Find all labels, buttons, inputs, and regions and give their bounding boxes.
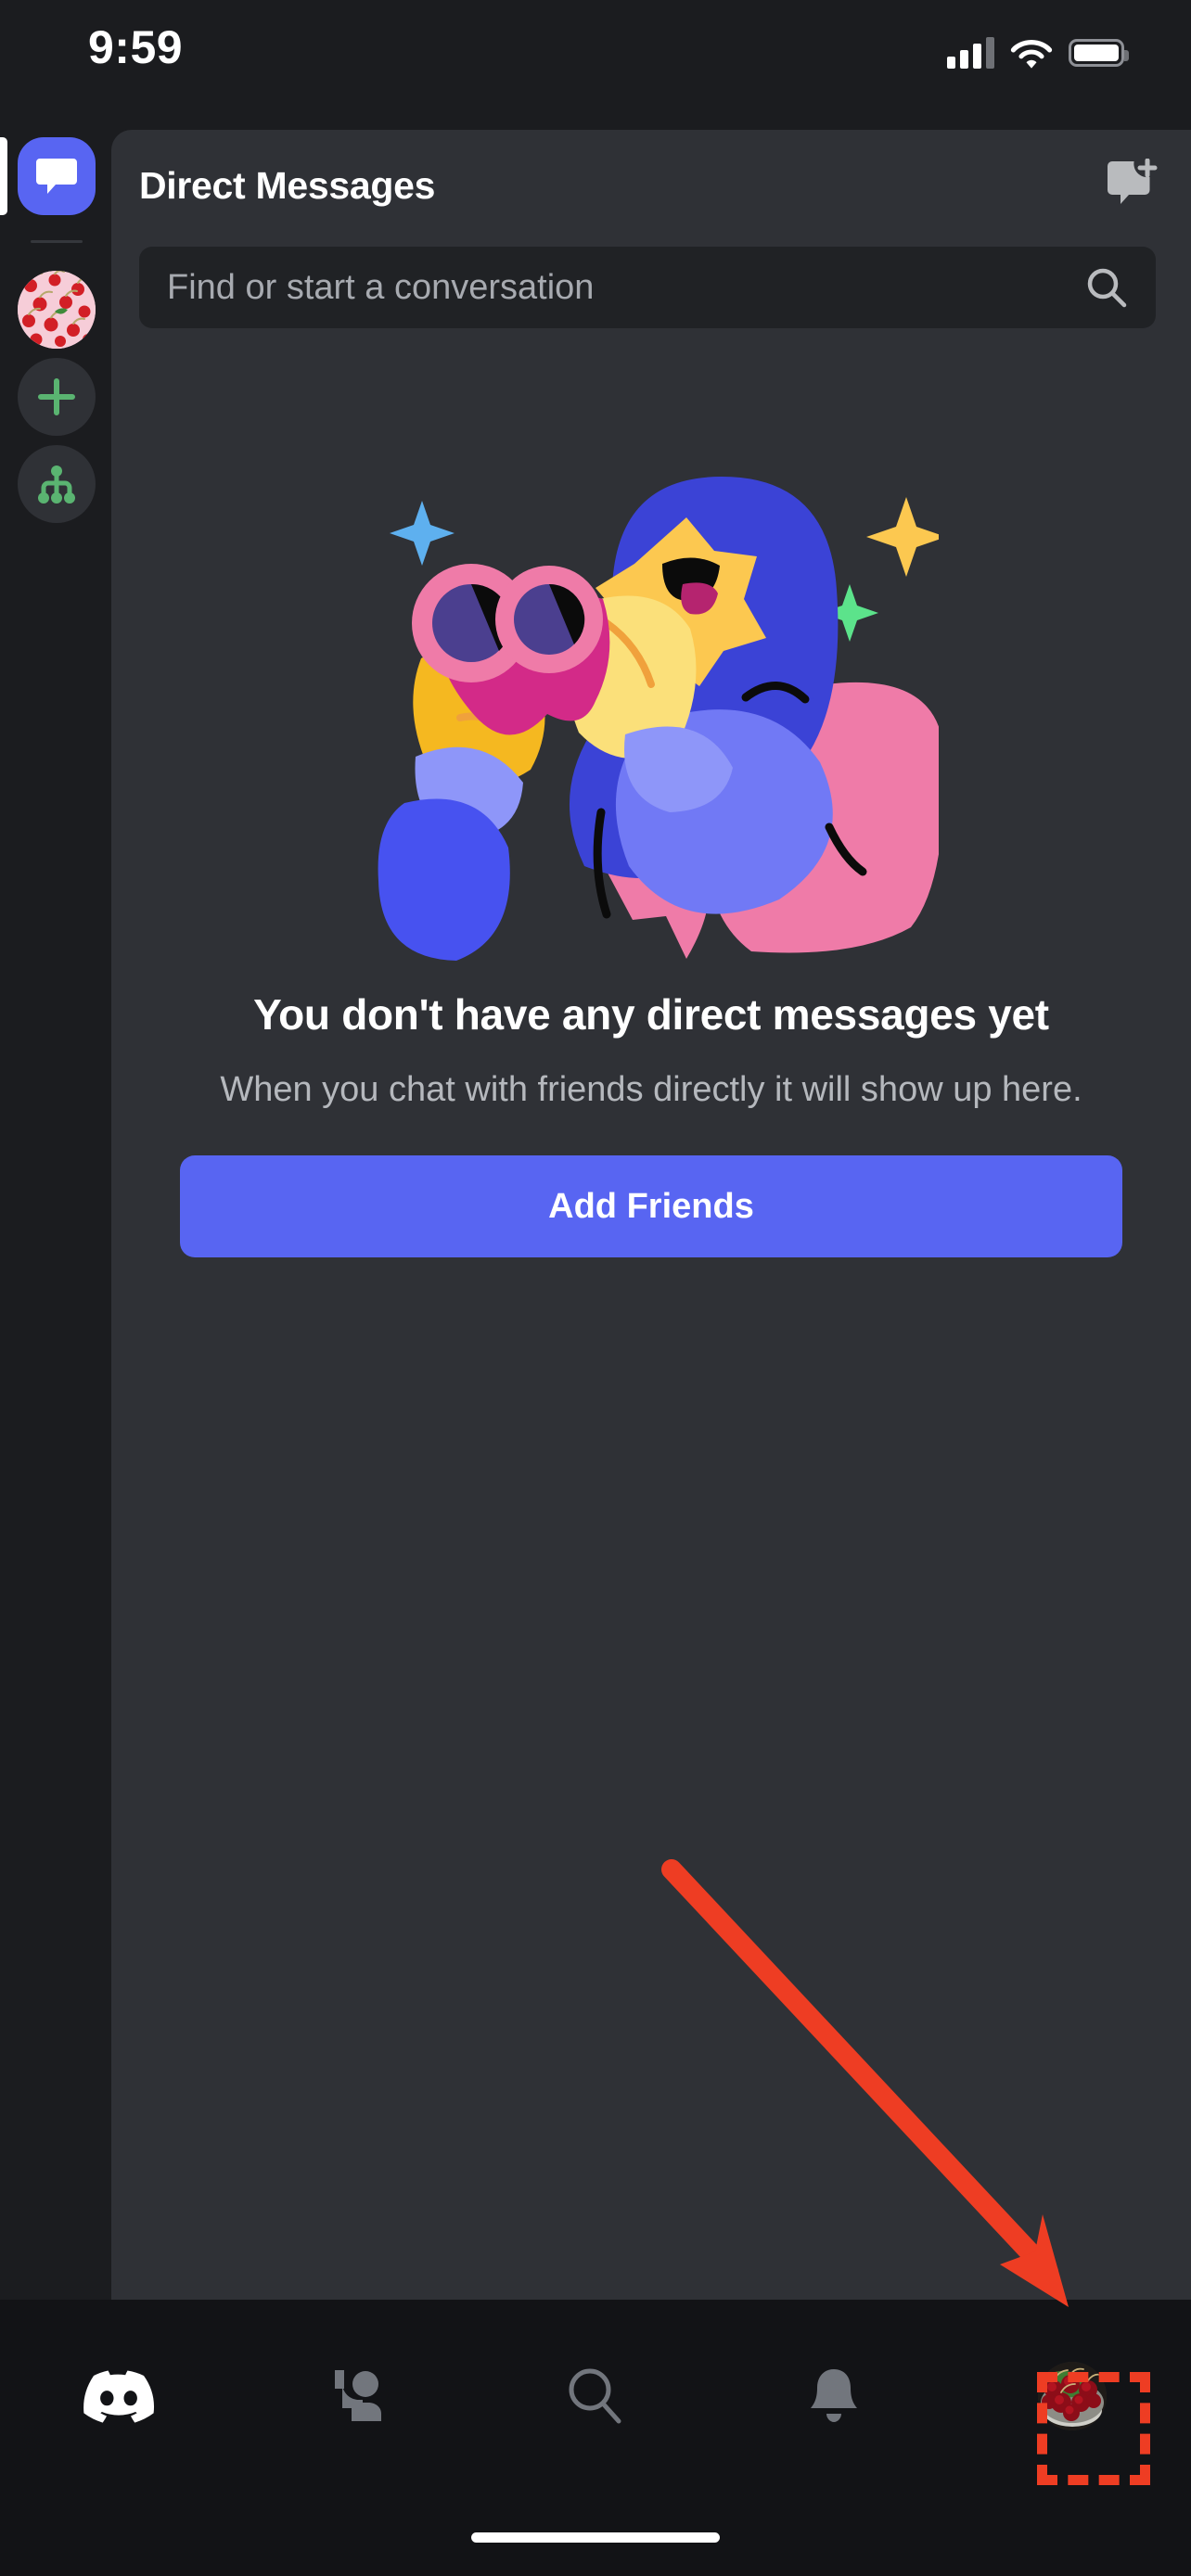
wumpus-with-binoculars-illustration xyxy=(378,477,939,961)
nav-search[interactable] xyxy=(477,2331,715,2461)
sidebar-item-direct-messages[interactable] xyxy=(18,137,96,215)
sidebar-item-server-cherries[interactable] xyxy=(18,271,96,349)
nav-servers[interactable] xyxy=(0,2331,238,2461)
user-avatar-cherries xyxy=(1037,2362,1107,2430)
search-placeholder: Find or start a conversation xyxy=(167,267,595,307)
search-icon xyxy=(569,2368,621,2424)
page-title: Direct Messages xyxy=(139,163,436,207)
nav-notifications[interactable] xyxy=(714,2331,953,2461)
bell-icon xyxy=(810,2369,857,2422)
search-input[interactable]: Find or start a conversation xyxy=(139,247,1156,328)
explore-hierarchy-icon xyxy=(18,445,96,523)
server-avatar-cherries xyxy=(18,271,96,349)
screen-root: 9:59 Direct Messages Find or start a con… xyxy=(0,0,1191,2576)
status-bar-indicators xyxy=(947,26,1129,69)
empty-state: You don't have any direct messages yet W… xyxy=(111,445,1191,1258)
sidebar-item-explore-servers[interactable] xyxy=(18,445,96,523)
empty-state-title: You don't have any direct messages yet xyxy=(253,990,1049,1039)
nav-profile[interactable] xyxy=(953,2331,1191,2461)
wifi-icon xyxy=(1010,40,1053,69)
status-bar: 9:59 xyxy=(0,0,1191,111)
search-icon xyxy=(1087,268,1127,308)
empty-state-subtitle: When you chat with friends directly it w… xyxy=(220,1070,1082,1110)
active-server-indicator xyxy=(0,137,7,215)
cellular-signal-icon xyxy=(947,37,994,69)
friends-icon xyxy=(335,2370,382,2421)
add-friends-button[interactable]: Add Friends xyxy=(180,1155,1122,1258)
panel-header: Direct Messages xyxy=(111,130,1191,241)
nav-friends[interactable] xyxy=(238,2331,477,2461)
home-indicator xyxy=(471,2532,720,2543)
discord-logo-icon xyxy=(83,2370,155,2423)
bottom-nav xyxy=(0,2300,1191,2576)
server-rail xyxy=(0,111,111,2300)
battery-icon xyxy=(1069,39,1129,67)
plus-icon xyxy=(18,358,96,436)
rail-divider xyxy=(31,240,83,243)
sidebar-item-add-server[interactable] xyxy=(18,358,96,436)
new-message-icon[interactable] xyxy=(1104,158,1158,213)
status-bar-time: 9:59 xyxy=(88,21,184,73)
chat-bubble-icon xyxy=(18,137,96,215)
main-panel: Direct Messages Find or start a conversa… xyxy=(111,130,1191,2300)
